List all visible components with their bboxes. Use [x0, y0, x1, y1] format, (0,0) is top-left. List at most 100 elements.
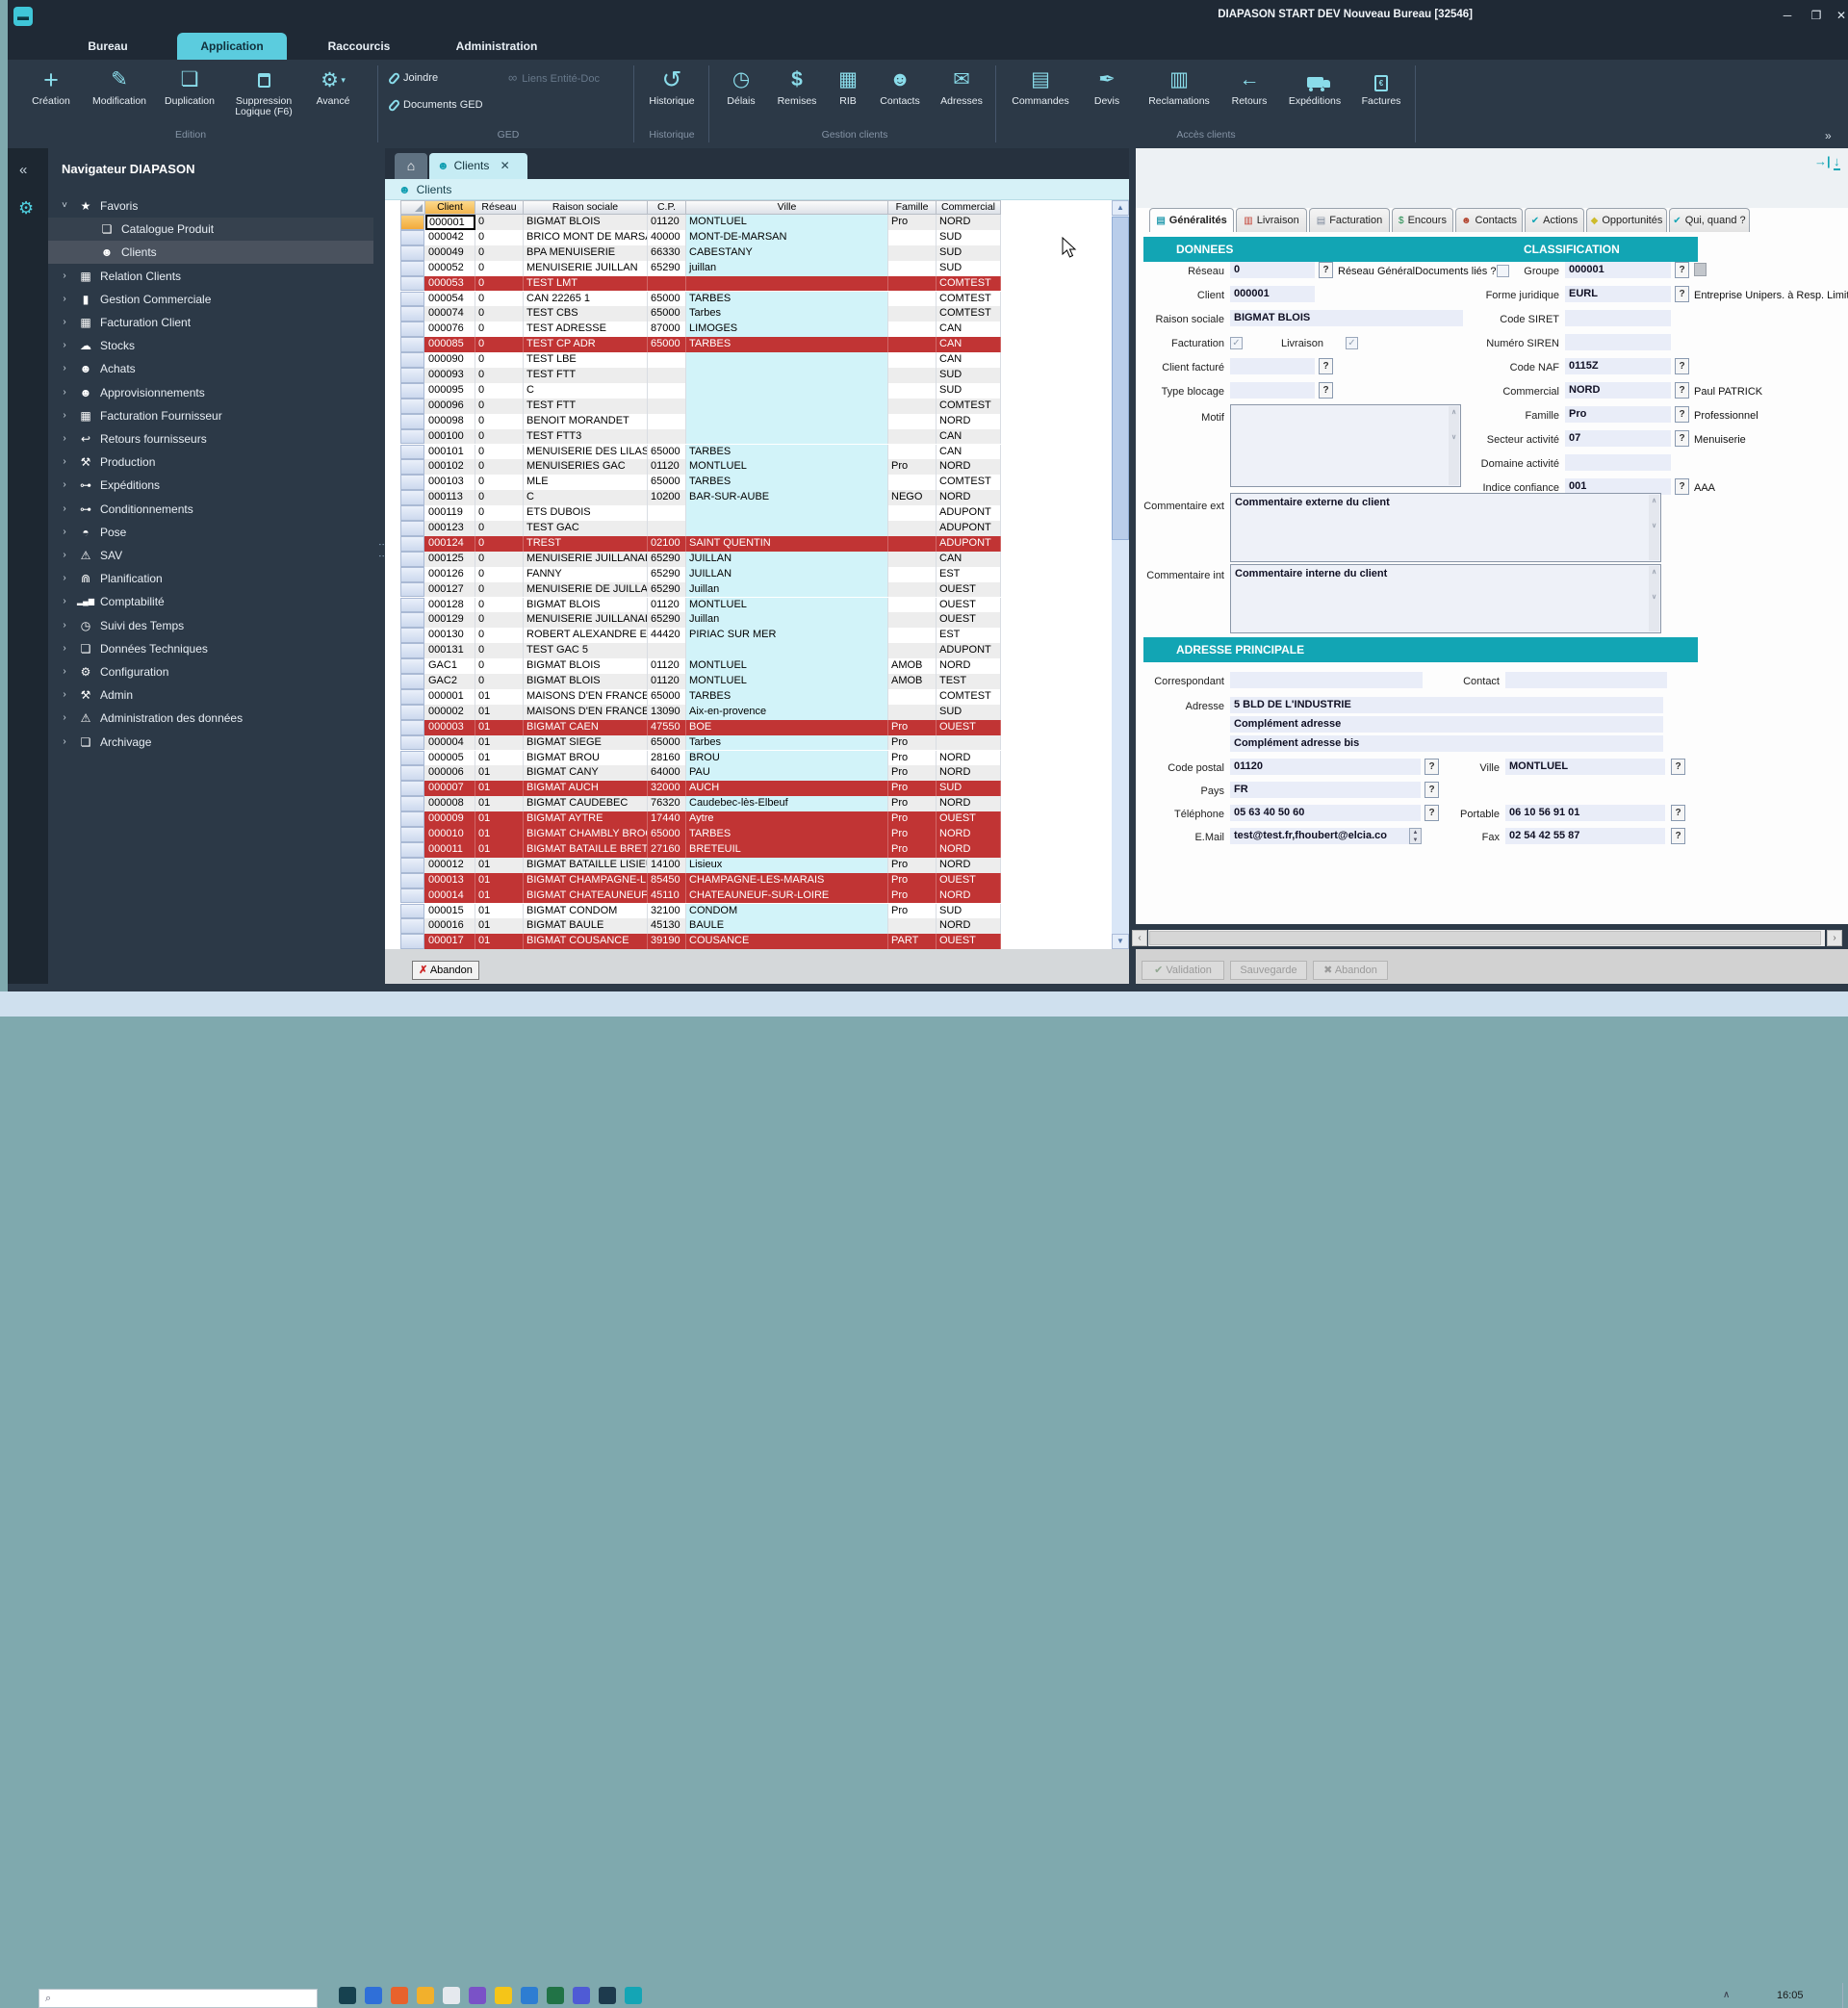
table-row[interactable]: 00000701BIGMAT AUCH32000AUCHProSUD	[400, 781, 1001, 796]
sidebar-item-retours-fournisseurs[interactable]: ›↩Retours fournisseurs	[48, 427, 373, 451]
panel-tab-contacts[interactable]: ☻Contacts	[1455, 208, 1523, 232]
duplication-button[interactable]: ❏ Duplication	[158, 65, 221, 107]
maximize-button[interactable]: ❐	[1806, 7, 1827, 24]
remises-button[interactable]: $ Remises	[770, 65, 824, 107]
row-selector-cell[interactable]	[400, 720, 424, 735]
taskbar-icon-teal-app[interactable]	[625, 1987, 642, 2004]
chevron-icon[interactable]: ›	[58, 683, 71, 707]
abandon-list-button[interactable]: ✗ Abandon	[412, 961, 479, 980]
chevron-icon[interactable]: ›	[58, 451, 71, 474]
chevron-icon[interactable]: ›	[58, 731, 71, 754]
table-row[interactable]: 00000401BIGMAT SIEGE65000TarbesPro	[400, 735, 1001, 751]
row-selector-cell[interactable]	[400, 658, 424, 674]
table-row[interactable]: 0000760TEST ADRESSE87000LIMOGESCAN	[400, 322, 1001, 337]
row-selector-cell[interactable]	[400, 261, 424, 276]
taskbar-icon-purple-app[interactable]	[469, 1987, 486, 2004]
sidebar-item-achats[interactable]: ›☻Achats	[48, 357, 373, 380]
table-row[interactable]: 00001001BIGMAT CHAMBLY BROC65000TARBESPr…	[400, 827, 1001, 842]
table-row[interactable]: 00001401BIGMAT CHATEAUNEUF45110CHATEAUNE…	[400, 888, 1001, 904]
table-row[interactable]: 00000101MAISONS D'EN FRANCE65000TARBESCO…	[400, 689, 1001, 705]
row-selector-cell[interactable]	[400, 429, 424, 445]
chevron-icon[interactable]: ›	[58, 474, 71, 497]
home-tab[interactable]: ⌂	[395, 153, 427, 179]
commentaire-ext-textarea[interactable]: Commentaire externe du client∧ ∨	[1230, 493, 1661, 562]
close-button[interactable]: ✕	[1831, 7, 1848, 24]
taskbar-icon-firefox[interactable]	[391, 1987, 408, 2004]
chevron-icon[interactable]: ›	[58, 381, 71, 404]
row-selector-cell[interactable]	[400, 414, 424, 429]
row-selector-cell[interactable]	[400, 705, 424, 720]
panel-tab-g-n-ralit-s[interactable]: ▤Généralités	[1149, 208, 1234, 232]
sauvegarde-button[interactable]: Sauvegarde	[1230, 961, 1307, 980]
panel-splitter[interactable]	[373, 148, 385, 984]
lookup-button[interactable]: ?	[1671, 828, 1685, 844]
chevron-icon[interactable]: ›	[58, 288, 71, 311]
table-row[interactable]: 0000010BIGMAT BLOIS01120MONTLUELProNORD	[400, 215, 1001, 230]
chevron-icon[interactable]: ›	[58, 614, 71, 637]
row-selector-cell[interactable]	[400, 934, 424, 949]
hscroll-left-icon[interactable]: ‹	[1132, 930, 1147, 946]
domaine-activite-input[interactable]	[1565, 454, 1671, 471]
table-row[interactable]: 0001290MENUISERIE JUILLANAIS65290Juillan…	[400, 612, 1001, 628]
sidebar-item-clients[interactable]: ☻Clients	[48, 241, 373, 264]
sidebar-item-pose[interactable]: ›◓Pose	[48, 521, 373, 544]
row-selector-cell[interactable]	[400, 674, 424, 689]
row-selector-cell[interactable]	[400, 904, 424, 919]
factures-button[interactable]: € Factures	[1353, 65, 1409, 107]
commandes-button[interactable]: ▤ Commandes	[1007, 65, 1074, 107]
panel-hscroll-thumb[interactable]	[1149, 931, 1821, 945]
table-row[interactable]: 00000501BIGMAT BROU28160BROUProNORD	[400, 751, 1001, 766]
sidebar-item-stocks[interactable]: ›☁Stocks	[48, 334, 373, 357]
checkbox[interactable]: ✓	[1230, 337, 1243, 349]
sidebar-item-donn-es-techniques[interactable]: ›❏Données Techniques	[48, 637, 373, 660]
lookup-button[interactable]: ?	[1675, 478, 1689, 495]
table-row[interactable]: 0001000TEST FTT3CAN	[400, 429, 1001, 445]
table-row[interactable]: 00000301BIGMAT CAEN47550BOEProOUEST	[400, 720, 1001, 735]
table-row[interactable]: 00001701BIGMAT COUSANCE39190COUSANCEPART…	[400, 934, 1001, 949]
table-row[interactable]: 0001280BIGMAT BLOIS01120MONTLUELOUEST	[400, 598, 1001, 613]
panel-tab-qui-quand-[interactable]: ✔Qui, quand ?	[1669, 208, 1750, 232]
clients-tab[interactable]: ☻Clients ✕	[429, 153, 527, 179]
table-row[interactable]: GAC10BIGMAT BLOIS01120MONTLUELAMOBNORD	[400, 658, 1001, 674]
expeditions-button[interactable]: Expéditions	[1280, 65, 1349, 107]
table-row[interactable]: 0000530TEST LMTCOMTEST	[400, 276, 1001, 292]
commercial-input[interactable]: NORD	[1565, 382, 1671, 399]
sidebar-item-sav[interactable]: ›⚠SAV	[48, 544, 373, 567]
dock-down-icon[interactable]: ↓	[1834, 154, 1840, 170]
column-header-commercial[interactable]: Commercial	[937, 200, 1001, 215]
tray-chevron-icon[interactable]: ∧	[1723, 1990, 1730, 2000]
code-siret-input[interactable]	[1565, 310, 1671, 326]
row-selector-cell[interactable]	[400, 643, 424, 658]
table-row[interactable]: 0000930TEST FTTSUD	[400, 368, 1001, 383]
row-selector-cell[interactable]	[400, 306, 424, 322]
client-input[interactable]: 000001	[1230, 286, 1315, 302]
scroll-up-icon[interactable]: ▲	[1112, 200, 1129, 216]
sidebar-item-exp-ditions[interactable]: ›⊶Expéditions	[48, 474, 373, 497]
collapse-sidebar-icon[interactable]: «	[19, 162, 27, 178]
sidebar-item-conditionnements[interactable]: ›⊶Conditionnements	[48, 498, 373, 521]
row-selector-cell[interactable]	[400, 918, 424, 934]
row-selector-cell[interactable]	[400, 582, 424, 598]
lookup-button[interactable]: ?	[1675, 358, 1689, 374]
scroll-down-icon[interactable]: ▼	[1112, 934, 1129, 949]
row-selector-cell[interactable]	[400, 873, 424, 888]
textarea-scrollbar[interactable]: ∧ ∨	[1649, 566, 1659, 631]
row-selector-cell[interactable]	[400, 383, 424, 399]
table-row[interactable]: 00000601BIGMAT CANY64000PAUProNORD	[400, 765, 1001, 781]
sidebar-item-relation-clients[interactable]: ›▦Relation Clients	[48, 265, 373, 288]
chevron-icon[interactable]: ›	[58, 637, 71, 660]
row-selector-cell[interactable]	[400, 552, 424, 567]
lookup-button[interactable]: ?	[1319, 382, 1333, 399]
row-selector-cell[interactable]	[400, 735, 424, 751]
panel-tab-opportunit-s[interactable]: ◆Opportunités	[1586, 208, 1667, 232]
panel-tab-actions[interactable]: ✔Actions	[1525, 208, 1584, 232]
lookup-button[interactable]: ?	[1671, 805, 1685, 821]
row-selector-cell[interactable]	[400, 751, 424, 766]
row-selector-cell[interactable]	[400, 459, 424, 475]
chevron-icon[interactable]: ˅	[58, 194, 71, 218]
row-selector-cell[interactable]	[400, 827, 424, 842]
ville-input[interactable]: MONTLUEL	[1505, 759, 1665, 775]
chevron-icon[interactable]: ›	[58, 567, 71, 590]
table-row[interactable]: 0001240TREST02100SAINT QUENTINADUPONT	[400, 536, 1001, 552]
table-row[interactable]: 00001601BIGMAT BAULE45130BAULENORD	[400, 918, 1001, 934]
